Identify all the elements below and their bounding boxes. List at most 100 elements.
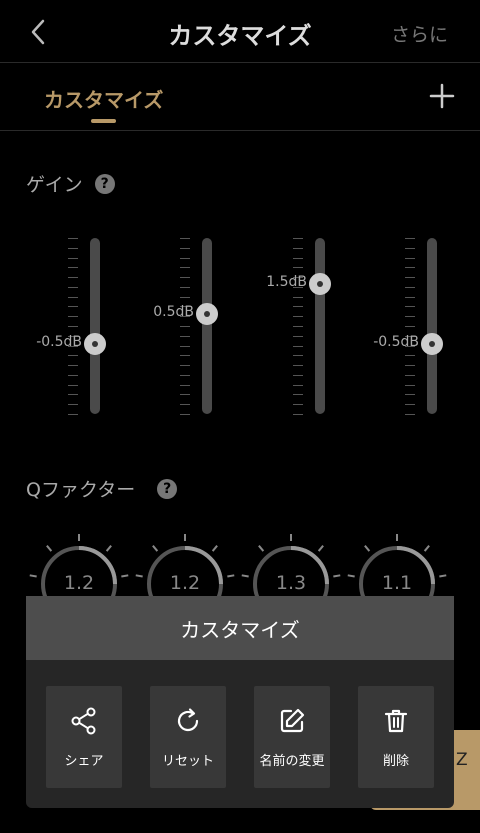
gain-slider-1[interactable]: -0.5dB (36, 230, 145, 420)
slider-track[interactable] (315, 238, 325, 414)
preset-tab-bar: カスタマイズ (0, 62, 480, 131)
slider-tick (405, 247, 415, 249)
slider-thumb[interactable] (84, 332, 106, 355)
slider-tick (68, 384, 78, 386)
slider-tick (68, 365, 78, 367)
action-sheet-title: カスタマイズ (26, 596, 454, 660)
knob-tick (317, 545, 324, 552)
knob-value: 1.2 (169, 572, 201, 594)
tab-customize[interactable]: カスタマイズ (44, 84, 163, 113)
slider-ticks (405, 238, 415, 415)
slider-tick (293, 365, 303, 367)
slider-tick (68, 306, 78, 308)
slider-tick (180, 296, 190, 298)
slider-tick (405, 384, 415, 386)
knob-tick (423, 545, 430, 552)
slider-tick (68, 238, 78, 239)
slider-tick (405, 355, 415, 357)
slider-tick (180, 345, 190, 347)
slider-tick (293, 345, 303, 347)
slider-thumb[interactable] (309, 272, 331, 295)
slider-tick (68, 286, 78, 288)
rename-button[interactable]: 名前の変更 (254, 686, 330, 788)
slider-tick (180, 277, 190, 279)
tile-letter: Z (456, 750, 468, 770)
slider-tick (68, 267, 78, 269)
knob-tick (211, 545, 218, 552)
slider-track[interactable] (90, 238, 100, 414)
slider-tick (405, 374, 415, 376)
slider-tick (405, 316, 415, 318)
slider-tick (405, 414, 415, 415)
slider-tick (180, 326, 190, 327)
reset-label: リセット (161, 754, 214, 769)
slider-tick (405, 277, 415, 279)
slider-value: 0.5dB (153, 303, 194, 320)
qfactor-heading-label: Qファクター (26, 479, 136, 501)
slider-tick (293, 316, 303, 318)
qfactor-help-icon[interactable]: ? (157, 478, 178, 499)
share-button[interactable]: シェア (46, 686, 122, 788)
slider-tick (405, 326, 415, 327)
action-sheet: カスタマイズ シェア リセット 名前の変更 削除 (26, 596, 454, 808)
slider-tick (180, 238, 190, 239)
gain-slider-2[interactable]: 0.5dB (153, 230, 257, 420)
slider-tick (180, 286, 190, 288)
slider-tick (180, 355, 190, 357)
trash-icon (384, 709, 408, 733)
knob-value: 1.2 (63, 572, 95, 594)
slider-tick (405, 238, 415, 239)
edit-icon (280, 708, 305, 733)
slider-track[interactable] (202, 238, 212, 414)
slider-tick (293, 404, 303, 406)
knob-tick (152, 545, 159, 552)
slider-tick (293, 414, 303, 415)
reset-button[interactable]: リセット (150, 686, 226, 788)
plus-icon (429, 83, 455, 109)
knob-tick (46, 545, 53, 552)
gain-heading-label: ゲイン (26, 174, 83, 196)
slider-tick (293, 384, 303, 386)
slider-tick (293, 355, 303, 357)
knob-tick (105, 545, 112, 552)
slider-tick (405, 267, 415, 269)
slider-tick (293, 326, 303, 327)
gain-slider-3[interactable]: 1.5dB (266, 230, 370, 420)
slider-tick (180, 384, 190, 386)
reset-icon (177, 708, 199, 732)
share-label: シェア (64, 754, 104, 769)
slider-tick (180, 365, 190, 367)
rename-label: 名前の変更 (259, 754, 325, 769)
slider-tick (405, 365, 415, 367)
slider-tick (68, 296, 78, 298)
slider-tick (68, 257, 78, 259)
slider-tick (180, 414, 190, 415)
slider-tick (68, 355, 78, 357)
slider-tick (293, 238, 303, 239)
slider-ticks (68, 238, 78, 415)
gain-help-icon[interactable]: ? (94, 173, 115, 194)
slider-tick (293, 257, 303, 259)
slider-tick (68, 277, 78, 279)
gain-slider-4[interactable]: -0.5dB (373, 230, 480, 420)
slider-thumb[interactable] (196, 302, 218, 325)
delete-label: 削除 (382, 754, 409, 769)
more-button[interactable]: さらに (391, 20, 448, 47)
slider-tick (180, 247, 190, 249)
slider-value: -0.5dB (373, 333, 419, 350)
knob-value: 1.3 (275, 572, 307, 594)
slider-tick (293, 306, 303, 308)
slider-tick (405, 296, 415, 298)
add-preset-button[interactable] (428, 82, 456, 110)
tab-indicator (91, 119, 116, 123)
slider-tick (293, 374, 303, 376)
slider-tick (405, 257, 415, 259)
slider-tick (68, 414, 78, 415)
slider-track[interactable] (427, 238, 437, 414)
top-bar: カスタマイズ さらに (0, 0, 480, 63)
delete-button[interactable]: 削除 (358, 686, 434, 788)
slider-thumb[interactable] (421, 332, 443, 355)
slider-tick (180, 257, 190, 259)
slider-ticks (180, 238, 190, 415)
slider-value: 1.5dB (266, 273, 307, 290)
